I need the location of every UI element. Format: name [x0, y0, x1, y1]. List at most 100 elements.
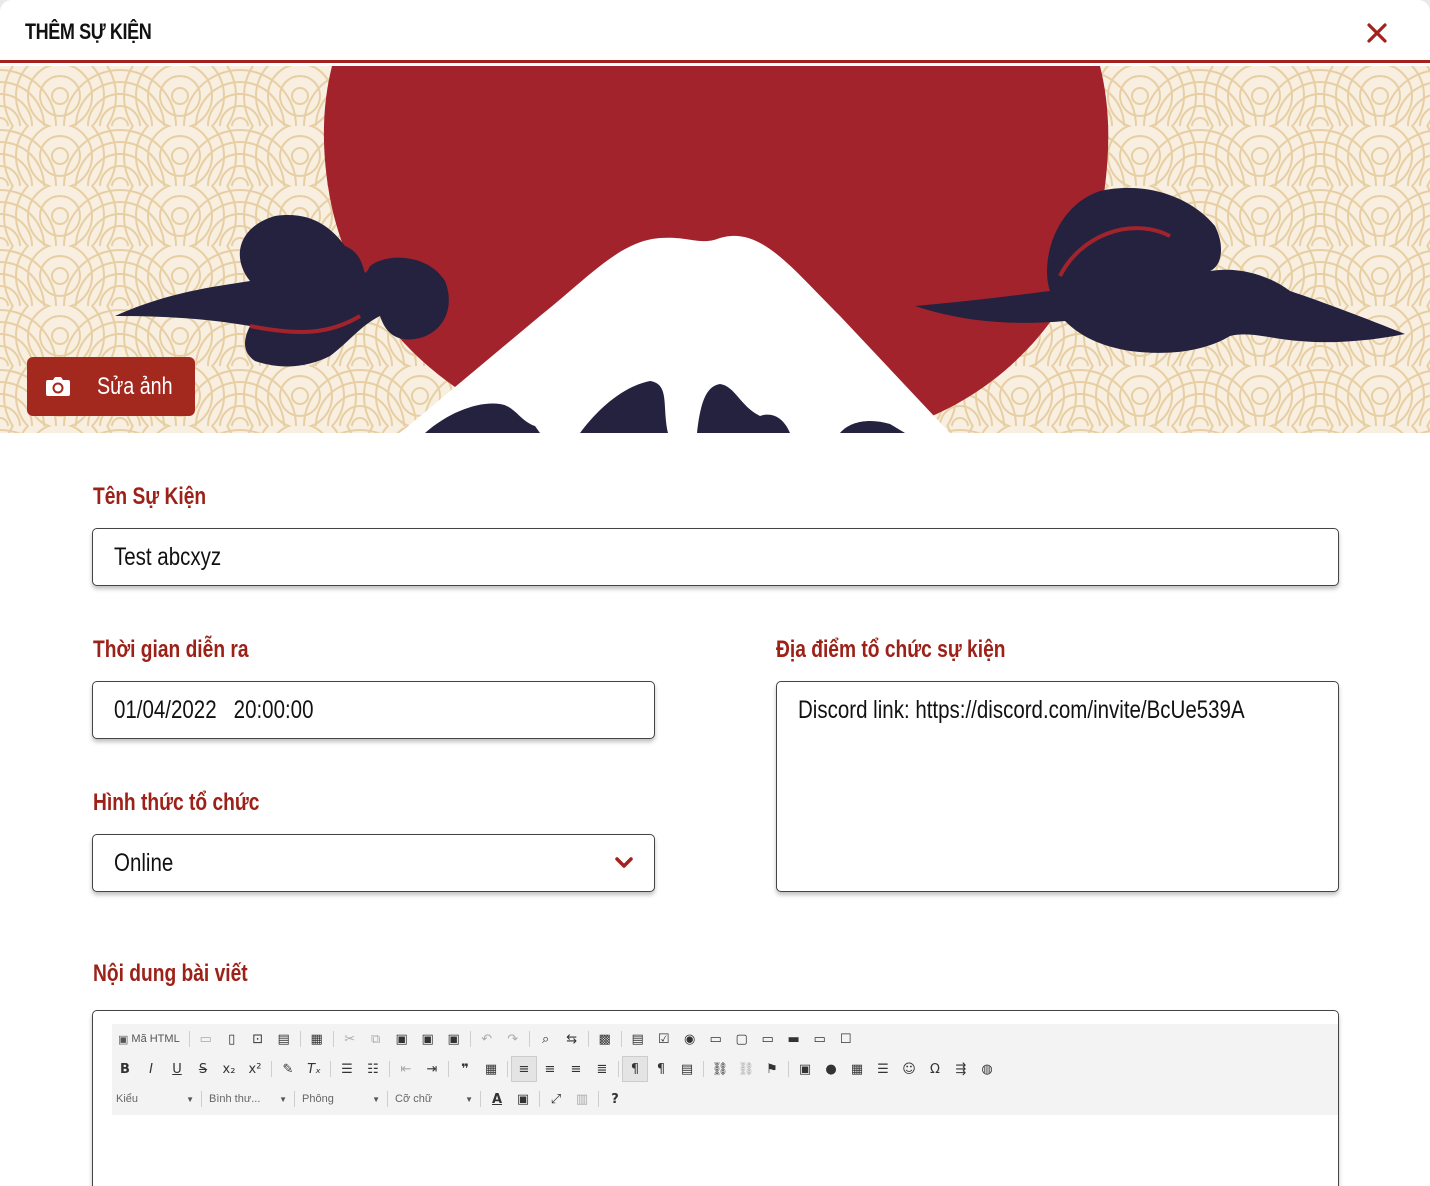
select-icon[interactable]: ▭: [755, 1026, 781, 1052]
image-icon[interactable]: ▣: [792, 1056, 818, 1082]
event-time-input[interactable]: 01/04/2022 20:00:00: [92, 681, 655, 739]
close-icon[interactable]: [1362, 18, 1392, 48]
event-time-label: Thời gian diễn ra: [93, 636, 249, 663]
align-right-icon[interactable]: ≡: [563, 1056, 589, 1082]
help-icon[interactable]: ?: [602, 1086, 628, 1112]
horizontal-rule-icon[interactable]: ☰: [870, 1056, 896, 1082]
underline-icon[interactable]: U: [164, 1056, 190, 1082]
copy-format-icon[interactable]: ✎: [275, 1056, 301, 1082]
textfield-icon[interactable]: ▭: [703, 1026, 729, 1052]
bulleted-list-icon[interactable]: ☷: [360, 1056, 386, 1082]
edit-photo-button[interactable]: Sửa ảnh: [27, 357, 195, 416]
radio-icon[interactable]: ◉: [677, 1026, 703, 1052]
separator: [299, 1031, 301, 1047]
anchor-icon[interactable]: ⚑: [759, 1056, 785, 1082]
modal-title: THÊM SỰ KIỆN: [25, 19, 152, 44]
outdent-icon[interactable]: ⇤: [393, 1056, 419, 1082]
hidden-field-icon[interactable]: ☐: [833, 1026, 859, 1052]
remove-format-icon[interactable]: Tₓ: [301, 1056, 327, 1082]
print-icon[interactable]: ▤: [271, 1026, 297, 1052]
font-combo[interactable]: Phông ▼: [298, 1087, 384, 1111]
copy-icon[interactable]: ⧉: [363, 1026, 389, 1052]
modal-header: THÊM SỰ KIỆN: [0, 0, 1430, 63]
chevron-down-icon: ▼: [279, 1094, 287, 1104]
subscript-icon[interactable]: x₂: [216, 1056, 242, 1082]
div-icon[interactable]: ▦: [478, 1056, 504, 1082]
superscript-icon[interactable]: x²: [242, 1056, 268, 1082]
indent-icon[interactable]: ⇥: [419, 1056, 445, 1082]
cover-image: [0, 66, 1430, 433]
select-all-icon[interactable]: ▩: [592, 1026, 618, 1052]
format-combo[interactable]: Bình thư... ▼: [205, 1087, 291, 1111]
toolbar-row-3: Kiểu ▼ Bình thư... ▼ Phông ▼ Cỡ chữ ▼ A ▣ ⤢ …: [112, 1084, 628, 1114]
editor-toolbar: ▣ Mã HTML ▭ ▯ ⊡ ▤ ▦ ✂ ⧉ ▣ ▣ ▣ ↶ ↷ ⌕ ⇆ ▩ …: [112, 1024, 1338, 1115]
redo-icon[interactable]: ↷: [500, 1026, 526, 1052]
new-page-icon[interactable]: ▯: [219, 1026, 245, 1052]
templates-icon[interactable]: ▦: [304, 1026, 330, 1052]
chevron-down-icon: [614, 855, 634, 871]
source-button[interactable]: ▣ Mã HTML: [112, 1026, 186, 1052]
strikethrough-icon[interactable]: S: [190, 1056, 216, 1082]
content-label: Nội dung bài viết: [93, 960, 248, 987]
numbered-list-icon[interactable]: ☰: [334, 1056, 360, 1082]
save-icon[interactable]: ▭: [193, 1026, 219, 1052]
separator: [332, 1031, 334, 1047]
cut-icon[interactable]: ✂: [337, 1026, 363, 1052]
image-button-icon[interactable]: ▭: [807, 1026, 833, 1052]
link-icon[interactable]: ⛓: [707, 1056, 733, 1082]
chevron-down-icon: ▼: [465, 1094, 473, 1104]
style-combo[interactable]: Kiểu ▼: [112, 1087, 198, 1111]
event-format-value: Online: [114, 849, 174, 877]
show-blocks-icon[interactable]: ▥: [569, 1086, 595, 1112]
special-char-icon[interactable]: Ω: [922, 1056, 948, 1082]
separator: [539, 1091, 540, 1107]
rich-text-editor[interactable]: ▣ Mã HTML ▭ ▯ ⊡ ▤ ▦ ✂ ⧉ ▣ ▣ ▣ ↶ ↷ ⌕ ⇆ ▩ …: [92, 1010, 1339, 1186]
smiley-icon[interactable]: ☺: [896, 1056, 922, 1082]
paste-text-icon[interactable]: ▣: [415, 1026, 441, 1052]
chevron-down-icon: ▼: [372, 1094, 380, 1104]
paste-icon[interactable]: ▣: [389, 1026, 415, 1052]
separator: [480, 1091, 481, 1107]
form-icon[interactable]: ▤: [625, 1026, 651, 1052]
separator: [387, 1091, 388, 1107]
align-left-icon[interactable]: ≡: [511, 1056, 537, 1082]
table-icon[interactable]: ▦: [844, 1056, 870, 1082]
event-name-input[interactable]: Test abcxyz: [92, 528, 1339, 586]
separator: [598, 1091, 599, 1107]
paste-word-icon[interactable]: ▣: [441, 1026, 467, 1052]
align-justify-icon[interactable]: ≣: [589, 1056, 615, 1082]
rtl-icon[interactable]: ¶: [648, 1056, 674, 1082]
ltr-icon[interactable]: ¶: [622, 1056, 648, 1082]
blockquote-icon[interactable]: ❞: [452, 1056, 478, 1082]
unlink-icon[interactable]: ⛓: [733, 1056, 759, 1082]
undo-icon[interactable]: ↶: [474, 1026, 500, 1052]
preview-icon[interactable]: ⊡: [245, 1026, 271, 1052]
event-name-value: Test abcxyz: [114, 543, 222, 571]
language-icon[interactable]: ▤: [674, 1056, 700, 1082]
separator: [201, 1091, 202, 1107]
align-center-icon[interactable]: ≡: [537, 1056, 563, 1082]
checkbox-icon[interactable]: ☑: [651, 1026, 677, 1052]
separator: [587, 1031, 589, 1047]
find-icon[interactable]: ⌕: [533, 1026, 559, 1052]
source-icon: ▣: [118, 1033, 129, 1046]
button-icon[interactable]: ▬: [781, 1026, 807, 1052]
size-combo[interactable]: Cỡ chữ ▼: [391, 1087, 477, 1111]
bold-icon[interactable]: B: [112, 1056, 138, 1082]
text-color-icon[interactable]: A: [484, 1086, 510, 1112]
maximize-icon[interactable]: ⤢: [543, 1086, 569, 1112]
event-location-textarea[interactable]: Discord link: https://discord.com/invite…: [776, 681, 1339, 892]
event-format-select[interactable]: Online: [92, 834, 655, 892]
italic-icon[interactable]: I: [138, 1056, 164, 1082]
iframe-icon[interactable]: ◍: [974, 1056, 1000, 1082]
flash-icon[interactable]: ●: [818, 1056, 844, 1082]
separator: [528, 1031, 530, 1047]
separator: [389, 1061, 390, 1077]
bg-color-icon[interactable]: ▣: [510, 1086, 536, 1112]
textarea-icon[interactable]: ▢: [729, 1026, 755, 1052]
event-format-label: Hình thức tổ chức: [93, 789, 260, 816]
separator: [188, 1031, 190, 1047]
page-break-icon[interactable]: ⇶: [948, 1056, 974, 1082]
style-combo-label: Kiểu: [116, 1093, 139, 1105]
replace-icon[interactable]: ⇆: [559, 1026, 585, 1052]
